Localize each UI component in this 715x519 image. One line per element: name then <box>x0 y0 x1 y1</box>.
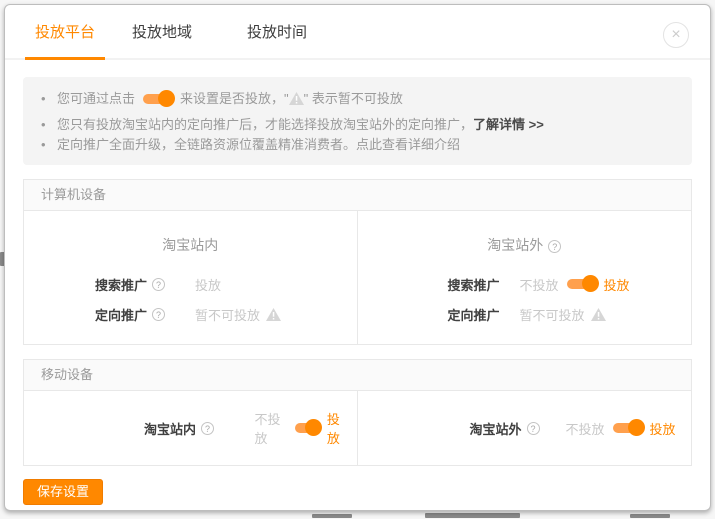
help-icon[interactable]: ? <box>527 422 540 435</box>
delivery-settings-dialog: 投放平台 投放地域 投放时间 × 您可通过点击来设置是否投放，"" 表示暂不可投… <box>4 4 711 511</box>
delivery-toggle-group: 不投放 投放 <box>520 275 638 294</box>
toggle-on-label: 投放 <box>327 409 349 447</box>
search-promotion-row: 搜索推广? 投放 <box>24 269 357 299</box>
delivery-toggle[interactable] <box>295 423 319 433</box>
help-icon[interactable]: ? <box>201 422 214 435</box>
delivery-toggle[interactable] <box>613 423 642 433</box>
search-promotion-row: 搜索推广 不投放 投放 <box>358 269 692 299</box>
mobile-devices-panel: 移动设备 淘宝站内? 不投放 投放 淘宝站外? 不投放 投放 <box>23 359 692 466</box>
warning-icon <box>289 92 304 105</box>
computer-devices-panel: 计算机设备 淘宝站内 搜索推广? 投放 定向推广? 暂不可投放 淘宝站外? <box>23 179 692 345</box>
help-icon[interactable]: ? <box>548 240 561 253</box>
tab-delivery-platform[interactable]: 投放平台 <box>25 5 105 60</box>
warning-icon <box>591 308 606 321</box>
row-label: 搜索推广 <box>448 275 520 294</box>
unavailable-status: 暂不可投放 <box>520 305 612 324</box>
notice-line-1: 您可通过点击来设置是否投放，"" 表示暂不可投放 <box>41 89 674 109</box>
help-icon[interactable]: ? <box>152 278 165 291</box>
save-settings-button[interactable]: 保存设置 <box>23 479 103 505</box>
mobile-taobao-offsite-column: 淘宝站外? 不投放 投放 <box>358 391 692 465</box>
computer-panel-title: 计算机设备 <box>24 180 691 211</box>
learn-more-link[interactable]: 了解详情 >> <box>473 117 544 132</box>
delivery-toggle-group: 不投放 投放 <box>566 419 684 438</box>
row-label: 搜索推广? <box>95 275 195 294</box>
mobile-taobao-onsite-column: 淘宝站内? 不投放 投放 <box>24 391 358 465</box>
toggle-off-label: 不投放 <box>566 419 605 438</box>
notice-line-2: 您只有投放淘宝站内的定向推广后，才能选择投放淘宝站外的定向推广，了解详情 >> <box>41 115 674 135</box>
page-background: 投放平台 投放地域 投放时间 × 您可通过点击来设置是否投放，"" 表示暂不可投… <box>0 0 715 519</box>
toggle-off-label: 不投放 <box>520 275 559 294</box>
bullet-icon <box>41 89 57 109</box>
delivery-toggle[interactable] <box>567 279 596 289</box>
help-icon[interactable]: ? <box>152 308 165 321</box>
targeted-promotion-row: 定向推广? 暂不可投放 <box>24 299 357 329</box>
toggle-on-label: 投放 <box>604 275 630 294</box>
row-label: 定向推广? <box>95 305 195 324</box>
close-icon[interactable]: × <box>663 22 689 48</box>
detail-intro-link[interactable]: 点此查看详细介绍 <box>356 137 460 152</box>
computer-taobao-onsite-column: 淘宝站内 搜索推广? 投放 定向推广? 暂不可投放 <box>24 211 358 344</box>
mobile-onsite-row: 淘宝站内? 不投放 投放 <box>24 391 357 465</box>
tab-delivery-time[interactable]: 投放时间 <box>237 5 317 58</box>
row-label: 定向推广 <box>448 305 520 324</box>
toggle-example-icon <box>143 94 172 104</box>
mobile-panel-title: 移动设备 <box>24 360 691 391</box>
background-page-fragment <box>425 513 520 518</box>
bullet-icon <box>41 115 57 135</box>
notice-box: 您可通过点击来设置是否投放，"" 表示暂不可投放 您只有投放淘宝站内的定向推广后… <box>23 77 692 165</box>
tab-bar: 投放平台 投放地域 投放时间 × <box>5 5 710 60</box>
bullet-icon <box>41 135 57 155</box>
row-label: 淘宝站内? <box>144 419 230 438</box>
targeted-promotion-row: 定向推广 暂不可投放 <box>358 299 692 329</box>
unavailable-status: 暂不可投放 <box>195 305 287 324</box>
warning-icon <box>266 308 281 321</box>
background-page-fragment <box>312 514 352 518</box>
computer-taobao-offsite-column: 淘宝站外? 搜索推广 不投放 投放 定向推广 暂不可投放 <box>358 211 692 344</box>
toggle-on-label: 投放 <box>650 419 676 438</box>
column-title-taobao-offsite: 淘宝站外? <box>358 211 692 255</box>
delivery-status-text: 投放 <box>195 275 227 294</box>
mobile-offsite-row: 淘宝站外? 不投放 投放 <box>358 391 692 465</box>
toggle-off-label: 不投放 <box>254 409 286 447</box>
background-page-fragment <box>630 514 670 518</box>
column-title-taobao-onsite: 淘宝站内 <box>24 211 357 255</box>
notice-line-3: 定向推广全面升级，全链路资源位覆盖精准消费者。点此查看详细介绍 <box>41 135 674 155</box>
delivery-toggle-group: 不投放 投放 <box>254 409 356 447</box>
row-label: 淘宝站外? <box>470 419 542 438</box>
tab-delivery-region[interactable]: 投放地域 <box>122 5 202 58</box>
